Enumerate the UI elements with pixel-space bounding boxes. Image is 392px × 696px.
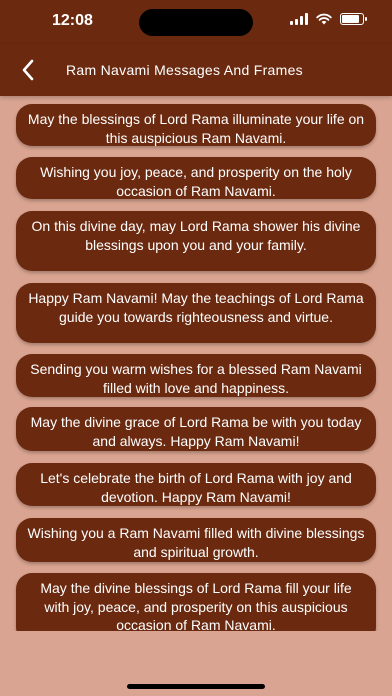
- dynamic-island: [139, 9, 253, 36]
- home-indicator[interactable]: [127, 684, 265, 689]
- status-time: 12:08: [52, 12, 93, 29]
- message-card[interactable]: Sending you warm wishes for a blessed Ra…: [16, 354, 376, 397]
- message-text: On this divine day, may Lord Rama shower…: [31, 218, 361, 253]
- back-button[interactable]: [12, 54, 44, 86]
- message-card[interactable]: Happy Ram Navami! May the teachings of L…: [16, 283, 376, 343]
- message-card[interactable]: On this divine day, may Lord Rama shower…: [16, 211, 376, 271]
- status-bar: 12:08: [0, 0, 392, 44]
- message-card[interactable]: May the blessings of Lord Rama illuminat…: [16, 104, 376, 146]
- message-card[interactable]: Wishing you a Ram Navami filled with div…: [16, 518, 376, 562]
- nav-bar: Ram Navami Messages And Frames: [0, 44, 392, 96]
- battery-icon: [340, 13, 367, 25]
- chevron-left-icon: [22, 59, 34, 81]
- message-text: Wishing you joy, peace, and prosperity o…: [40, 164, 352, 199]
- message-card[interactable]: May the divine blessings of Lord Rama fi…: [16, 573, 376, 631]
- message-text: Wishing you a Ram Navami filled with div…: [27, 525, 365, 560]
- message-text: May the divine grace of Lord Rama be wit…: [30, 414, 362, 449]
- signal-icon: [290, 13, 308, 25]
- page-title: Ram Navami Messages And Frames: [66, 62, 303, 78]
- message-text: May the blessings of Lord Rama illuminat…: [27, 111, 365, 146]
- message-card[interactable]: Wishing you joy, peace, and prosperity o…: [16, 157, 376, 199]
- messages-list[interactable]: May the blessings of Lord Rama illuminat…: [0, 96, 392, 631]
- status-icons: [290, 13, 367, 25]
- message-card[interactable]: Let's celebrate the birth of Lord Rama w…: [16, 463, 376, 506]
- message-card[interactable]: May the divine grace of Lord Rama be wit…: [16, 407, 376, 451]
- message-text: Sending you warm wishes for a blessed Ra…: [30, 361, 362, 396]
- message-text: Let's celebrate the birth of Lord Rama w…: [40, 470, 352, 505]
- message-text: May the divine blessings of Lord Rama fi…: [40, 580, 352, 631]
- message-text: Happy Ram Navami! May the teachings of L…: [28, 290, 364, 325]
- wifi-icon: [316, 13, 332, 25]
